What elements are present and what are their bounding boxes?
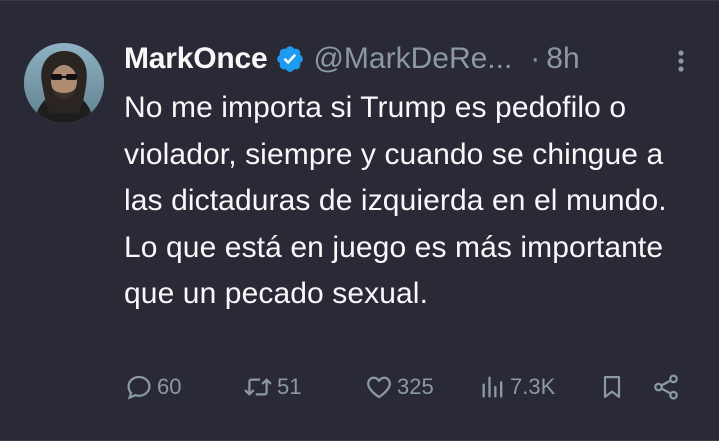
tweet-actions: 60 51 325 7.3K	[124, 369, 694, 405]
bookmark-button[interactable]	[598, 372, 626, 402]
like-count: 325	[397, 374, 434, 399]
heart-icon	[364, 372, 394, 402]
tweet-card[interactable]: MarkOnce @MarkDeRe... · 8h No me importa…	[0, 0, 719, 441]
views-button[interactable]: 7.3K	[479, 372, 555, 402]
verified-badge-icon[interactable]	[275, 44, 305, 74]
analytics-icon	[479, 372, 507, 402]
more-options-icon[interactable]	[667, 43, 695, 79]
tweet-text: No me importa si Trump es pedofilo o vio…	[124, 91, 667, 310]
retweet-count: 51	[277, 374, 302, 399]
retweet-icon	[242, 372, 274, 402]
avatar[interactable]	[24, 43, 104, 123]
avatar-image	[24, 43, 104, 123]
bookmark-icon	[598, 372, 626, 402]
tweet-header: MarkOnce @MarkDeRe... · 8h	[124, 35, 695, 83]
share-icon	[651, 372, 681, 402]
like-button[interactable]: 325	[364, 372, 434, 402]
reply-count: 60	[157, 374, 182, 399]
reply-icon	[124, 372, 154, 402]
share-button[interactable]	[651, 372, 681, 402]
timestamp[interactable]: 8h	[546, 42, 579, 76]
display-name[interactable]: MarkOnce	[124, 42, 268, 76]
views-count: 7.3K	[510, 374, 556, 399]
separator-dot: ·	[530, 42, 541, 75]
reply-button[interactable]: 60	[124, 372, 181, 402]
user-handle[interactable]: @MarkDeRe...	[313, 42, 512, 76]
retweet-button[interactable]: 51	[242, 372, 301, 402]
